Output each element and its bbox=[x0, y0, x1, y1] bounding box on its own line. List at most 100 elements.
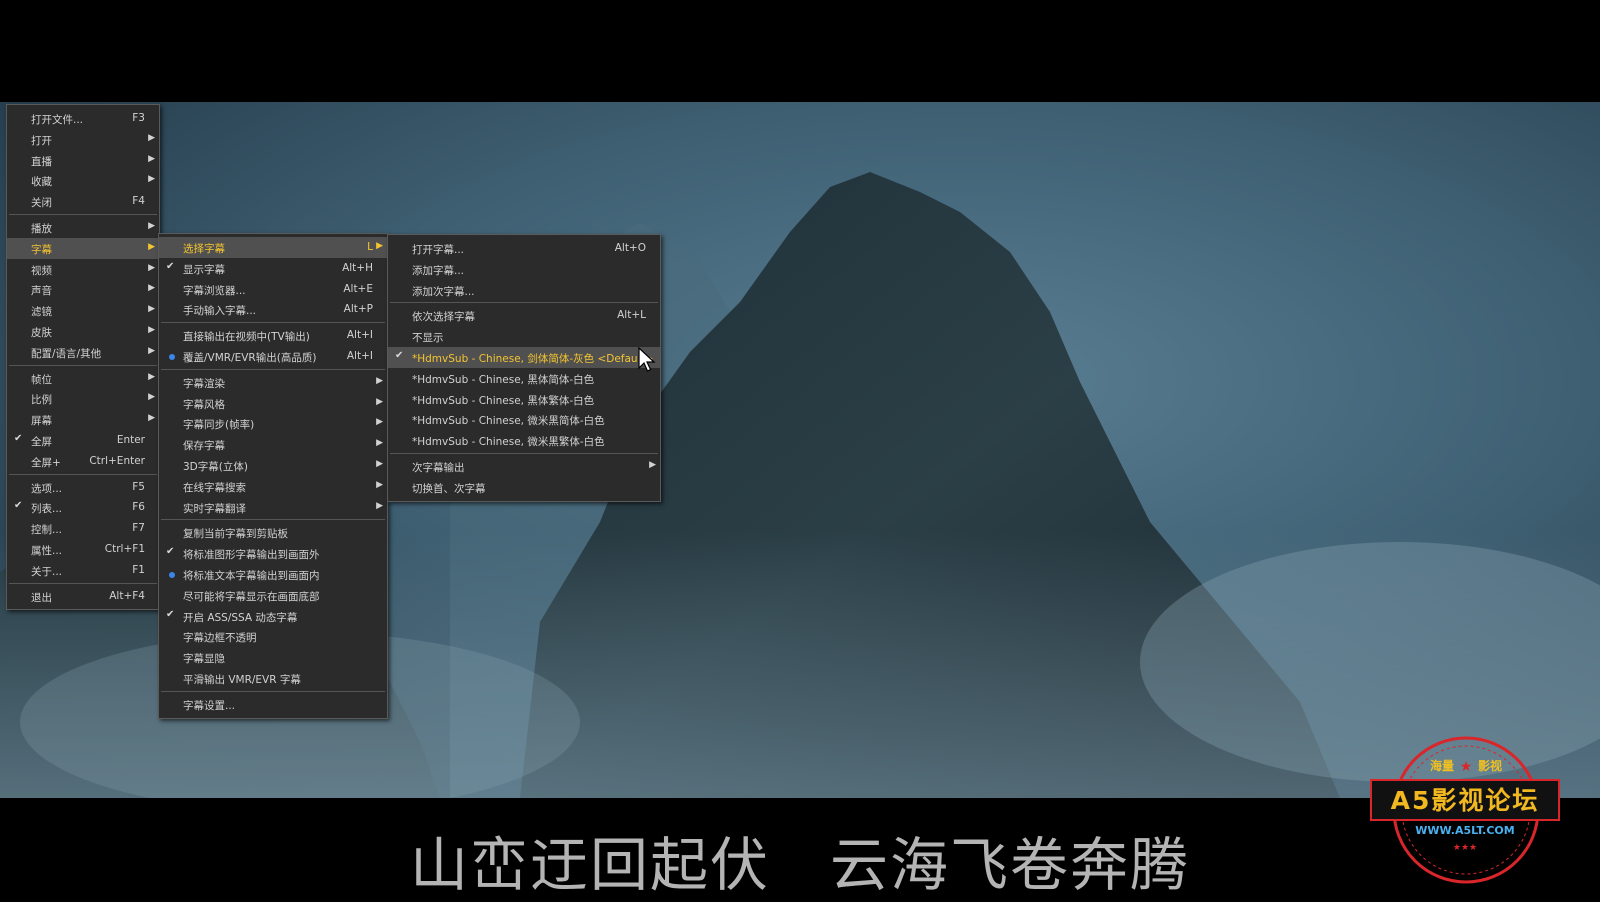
radio-dot-icon bbox=[169, 353, 175, 360]
menu-item-shortcut: Alt+F4 bbox=[109, 589, 145, 602]
menu-item[interactable]: 打开文件... F3 bbox=[7, 108, 159, 129]
menu-item-label: 平滑输出 VMR/EVR 字幕 bbox=[183, 673, 301, 686]
checkmark-icon: ✔ bbox=[166, 546, 175, 558]
menu-item[interactable]: 屏幕 ▶ bbox=[7, 409, 159, 430]
menu-item[interactable]: 字幕渲染 ▶ bbox=[159, 372, 387, 393]
menu-item[interactable]: 播放 ▶ bbox=[7, 217, 159, 238]
menu-item[interactable]: ✔ *HdmvSub - Chinese, 剑体简体-灰色 <Default> bbox=[388, 346, 660, 368]
menu-item[interactable]: 直接输出在视频中(TV输出) Alt+I bbox=[159, 325, 387, 346]
submenu-arrow-icon: ▶ bbox=[148, 345, 155, 356]
menu-item-label: 列表... bbox=[31, 503, 63, 516]
mouse-cursor-icon bbox=[638, 347, 656, 372]
menu-item-label: *HdmvSub - Chinese, 微米黑繁体-白色 bbox=[412, 436, 605, 449]
menu-item[interactable]: 属性... Ctrl+F1 bbox=[7, 539, 159, 560]
menu-item-label: 视频 bbox=[31, 264, 52, 277]
menu-item[interactable]: 添加次字幕... bbox=[388, 280, 660, 301]
menu-item[interactable]: ✔ 显示字幕 Alt+H bbox=[159, 258, 387, 279]
menu-item-label: 字幕渲染 bbox=[183, 377, 225, 390]
menu-item[interactable]: 打开字幕... Alt+O bbox=[388, 238, 660, 259]
menu-item-label: *HdmvSub - Chinese, 黑体简体-白色 bbox=[412, 373, 595, 386]
menu-item[interactable]: 关于... F1 bbox=[7, 560, 159, 581]
menu-item[interactable]: *HdmvSub - Chinese, 微米黑繁体-白色 bbox=[388, 430, 660, 451]
menu-item-shortcut: Alt+O bbox=[614, 242, 646, 254]
submenu-arrow-icon: ▶ bbox=[376, 396, 383, 407]
menu-item[interactable]: ✔ 开启 ASS/SSA 动态字幕 bbox=[159, 606, 387, 627]
menu-item[interactable]: 字幕浏览器... Alt+E bbox=[159, 279, 387, 300]
menu-item-label: 皮肤 bbox=[31, 326, 52, 339]
menu-item-label: 收藏 bbox=[31, 176, 52, 189]
menu-item-label: 关闭 bbox=[31, 197, 52, 210]
menu-item[interactable]: 将标准文本字幕输出到画面内 bbox=[159, 564, 387, 585]
menu-item[interactable]: ✔ 全屏 Enter bbox=[7, 430, 159, 451]
menu-item-label: 关于... bbox=[31, 565, 63, 578]
menu-item[interactable]: 帧位 ▶ bbox=[7, 368, 159, 389]
menu-item[interactable]: 字幕设置... bbox=[159, 694, 387, 715]
menu-item[interactable]: 实时字幕翻译 ▶ bbox=[159, 497, 387, 518]
menu-item[interactable]: 全屏+ Ctrl+Enter bbox=[7, 451, 159, 472]
menu-item[interactable]: *HdmvSub - Chinese, 黑体简体-白色 bbox=[388, 368, 660, 389]
main-context-menu[interactable]: 打开文件... F3 打开 ▶ 直播 ▶ 收藏 ▶ 关闭 F4 播放 ▶ 字幕 ▶ 视频 ▶ 声音 ▶ 滤镜 ▶ 皮肤 ▶… bbox=[6, 104, 160, 611]
menu-item[interactable]: *HdmvSub - Chinese, 黑体繁体-白色 bbox=[388, 389, 660, 410]
menu-item[interactable]: 字幕风格 ▶ bbox=[159, 393, 387, 414]
menu-item[interactable]: 添加字幕... bbox=[388, 259, 660, 280]
menu-item[interactable]: 平滑输出 VMR/EVR 字幕 bbox=[159, 668, 387, 689]
menu-item-label: 字幕设置... bbox=[183, 699, 236, 712]
menu-item-label: 字幕浏览器... bbox=[183, 284, 246, 297]
menu-separator bbox=[161, 690, 385, 692]
menu-item-label: 打开字幕... bbox=[412, 244, 465, 256]
menu-item[interactable]: 依次选择字幕 Alt+L bbox=[388, 305, 660, 326]
menu-item-label: 选项... bbox=[31, 482, 63, 495]
menu-item[interactable]: 比例 ▶ bbox=[7, 388, 159, 409]
menu-item[interactable]: 在线字幕搜索 ▶ bbox=[159, 476, 387, 497]
menu-item-label: 将标准文本字幕输出到画面内 bbox=[183, 569, 320, 582]
menu-item[interactable]: 收藏 ▶ bbox=[7, 170, 159, 191]
menu-item[interactable]: 次字幕输出 ▶ bbox=[388, 456, 660, 477]
menu-item[interactable]: 字幕 ▶ bbox=[7, 237, 159, 259]
menu-item[interactable]: 尽可能将字幕显示在画面底部 bbox=[159, 585, 387, 606]
menu-item-label: 字幕风格 bbox=[183, 398, 225, 411]
menu-item[interactable]: 字幕边框不透明 bbox=[159, 626, 387, 647]
menu-item[interactable]: 选项... F5 bbox=[7, 477, 159, 498]
menu-item[interactable]: 字幕显隐 bbox=[159, 647, 387, 668]
menu-item[interactable]: 3D字幕(立体) ▶ bbox=[159, 455, 387, 476]
menu-item-shortcut: Alt+I bbox=[346, 329, 373, 342]
menu-item[interactable]: 覆盖/VMR/EVR输出(高品质) Alt+I bbox=[159, 346, 387, 367]
menu-item[interactable]: 不显示 bbox=[388, 326, 660, 347]
menu-item-shortcut: F6 bbox=[132, 501, 145, 514]
menu-item[interactable]: 保存字幕 ▶ bbox=[159, 434, 387, 455]
menu-item[interactable]: 滤镜 ▶ bbox=[7, 300, 159, 321]
menu-item[interactable]: 皮肤 ▶ bbox=[7, 321, 159, 342]
menu-item[interactable]: 字幕同步(帧率) ▶ bbox=[159, 413, 387, 434]
menu-item[interactable]: 关闭 F4 bbox=[7, 191, 159, 212]
menu-item-label: 字幕边框不透明 bbox=[183, 632, 257, 645]
menu-item[interactable]: 复制当前字幕到剪贴板 bbox=[159, 522, 387, 543]
menu-item[interactable]: 视频 ▶ bbox=[7, 259, 159, 280]
menu-item[interactable]: 手动输入字幕... Alt+P bbox=[159, 299, 387, 320]
menu-item[interactable]: ✔ 列表... F6 bbox=[7, 497, 159, 518]
menu-item-label: 退出 bbox=[31, 591, 52, 604]
subtitle-submenu[interactable]: 选择字幕 L ▶ ✔ 显示字幕 Alt+H 字幕浏览器... Alt+E 手动输入字幕... Al… bbox=[158, 233, 388, 719]
menu-item-label: 比例 bbox=[31, 394, 52, 407]
menu-item[interactable]: *HdmvSub - Chinese, 微米黑简体-白色 bbox=[388, 409, 660, 430]
menu-item-shortcut: Alt+H bbox=[342, 261, 373, 274]
menu-item[interactable]: 直播 ▶ bbox=[7, 150, 159, 171]
select-subtitle-submenu[interactable]: 打开字幕... Alt+O 添加字幕... 添加次字幕... 依次选择字幕 Alt+L 不显… bbox=[387, 234, 661, 502]
menu-item[interactable]: 选择字幕 L ▶ bbox=[159, 237, 387, 258]
menu-separator bbox=[161, 322, 385, 324]
menu-item-label: 播放 bbox=[31, 222, 52, 235]
submenu-arrow-icon: ▶ bbox=[376, 438, 383, 449]
menu-item-label: 直接输出在视频中(TV输出) bbox=[183, 331, 310, 344]
menu-item[interactable]: 声音 ▶ bbox=[7, 279, 159, 300]
menu-separator bbox=[390, 302, 658, 304]
menu-item[interactable]: 切换首、次字幕 bbox=[388, 477, 660, 498]
menu-item-label: 切换首、次字幕 bbox=[412, 482, 486, 495]
menu-item[interactable]: 控制... F7 bbox=[7, 518, 159, 539]
menu-item[interactable]: ✔ 将标准图形字幕输出到画面外 bbox=[159, 543, 387, 564]
menu-item[interactable]: 打开 ▶ bbox=[7, 129, 159, 150]
menu-item-label: 声音 bbox=[31, 285, 52, 298]
submenu-arrow-icon: ▶ bbox=[148, 241, 155, 252]
menu-item[interactable]: 配置/语言/其他 ▶ bbox=[7, 342, 159, 363]
menu-item-shortcut: Ctrl+Enter bbox=[89, 454, 145, 467]
menu-item-label: 直播 bbox=[31, 155, 52, 168]
menu-item[interactable]: 退出 Alt+F4 bbox=[7, 586, 159, 607]
